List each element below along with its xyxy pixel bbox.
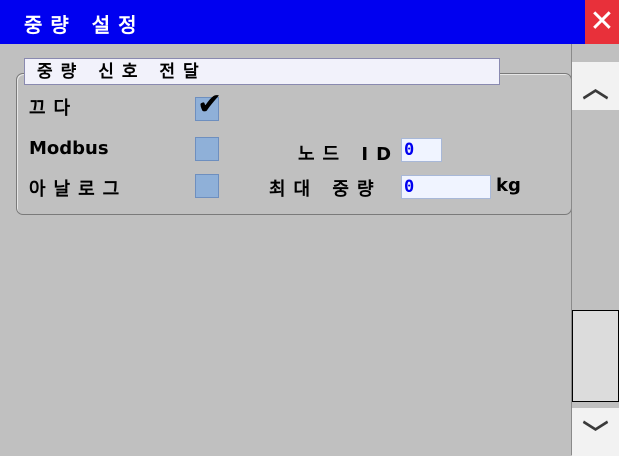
- window-title: 중량 설정: [24, 13, 145, 37]
- analog-checkbox[interactable]: [195, 174, 219, 198]
- max-weight-label: 최대 중량: [269, 179, 382, 200]
- chevron-down-icon: ﹀: [582, 419, 609, 450]
- close-button[interactable]: ✕: [585, 0, 619, 44]
- title-bar: 중량 설정: [0, 0, 619, 44]
- group-title: 중량 신호 전달: [24, 58, 500, 85]
- scroll-down-button[interactable]: ﹀: [572, 408, 619, 456]
- off-label: 끄다: [29, 98, 79, 119]
- node-id-field[interactable]: 0: [401, 138, 442, 162]
- close-icon: ✕: [589, 4, 615, 39]
- analog-label: 아날로그: [29, 179, 128, 200]
- content-area: 중량 신호 전달 끄다 ✔ Modbus 노드 ID 0 아날로그 최대 중량 …: [8, 44, 572, 449]
- chevron-up-icon: ︿: [582, 73, 609, 104]
- checkmark-icon: ✔: [197, 87, 223, 122]
- modbus-checkbox[interactable]: [195, 137, 219, 161]
- scroll-thumb[interactable]: [572, 310, 619, 402]
- max-weight-field[interactable]: 0: [401, 175, 491, 199]
- node-id-label: 노드 ID: [298, 144, 400, 165]
- modbus-label: Modbus: [29, 138, 109, 159]
- off-checkbox[interactable]: ✔: [195, 90, 222, 121]
- unit-label: kg: [496, 175, 521, 196]
- scrollbar[interactable]: ︿ ﹀: [571, 44, 619, 456]
- scroll-up-button[interactable]: ︿: [572, 62, 619, 110]
